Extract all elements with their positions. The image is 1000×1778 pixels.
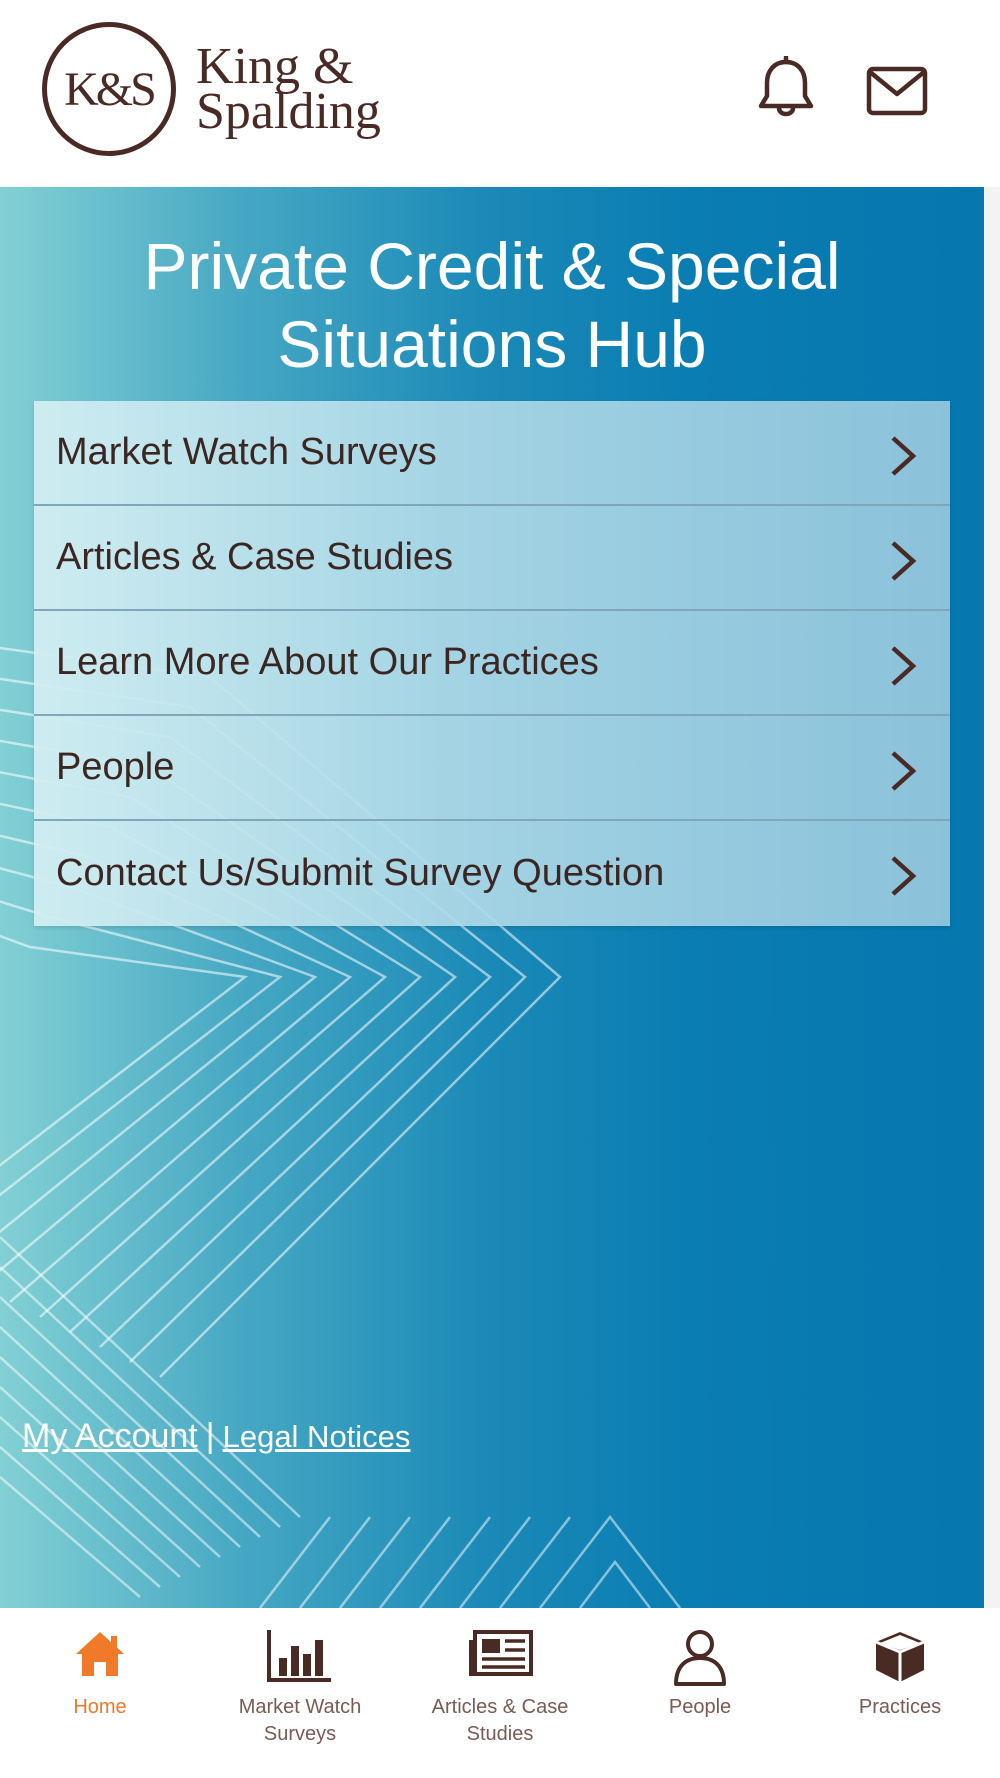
tab-practices[interactable]: Practices xyxy=(800,1608,1000,1778)
newspaper-icon xyxy=(469,1630,533,1676)
menu-item-contact-us[interactable]: Contact Us/Submit Survey Question xyxy=(34,821,950,926)
logo-word-line2: Spalding xyxy=(196,83,381,140)
logo-wordmark: King & Spalding xyxy=(196,41,436,140)
menu-item-label: Learn More About Our Practices xyxy=(56,641,599,683)
chevron-right-icon xyxy=(891,751,917,791)
mail-icon[interactable] xyxy=(866,66,928,116)
page-title: Private Credit & Special Situations Hub xyxy=(0,227,984,383)
cube-icon xyxy=(875,1632,925,1682)
logo-mark: K&S xyxy=(42,22,176,156)
page-title-line2: Situations Hub xyxy=(277,307,707,381)
chevron-right-icon xyxy=(891,856,917,896)
chevron-right-icon xyxy=(891,646,917,686)
app-header: K&S King & Spalding xyxy=(0,0,1000,187)
footer-links: My Account | Legal Notices xyxy=(22,1417,410,1456)
hub-menu: Market Watch Surveys Articles & Case Stu… xyxy=(34,401,950,926)
menu-item-label: Articles & Case Studies xyxy=(56,536,454,578)
tab-label: Market Watch Surveys xyxy=(238,1696,362,1745)
tab-home[interactable]: Home xyxy=(0,1608,200,1778)
person-icon xyxy=(674,1630,726,1686)
tab-label: Home xyxy=(73,1696,127,1718)
tab-people[interactable]: People xyxy=(600,1608,800,1778)
link-separator: | xyxy=(205,1417,215,1455)
menu-item-label: People xyxy=(56,746,175,788)
tab-articles-case-studies[interactable]: Articles & Case Studies xyxy=(400,1608,600,1778)
tab-label: People xyxy=(668,1696,732,1718)
scrollbar-track xyxy=(984,187,1000,1608)
menu-item-people[interactable]: People xyxy=(34,716,950,821)
logo-monogram: K&S xyxy=(64,62,157,116)
legal-notices-link[interactable]: Legal Notices xyxy=(223,1419,411,1454)
page-title-line1: Private Credit & Special xyxy=(143,229,841,303)
menu-item-market-watch-surveys[interactable]: Market Watch Surveys xyxy=(34,401,950,506)
bell-icon[interactable] xyxy=(756,56,816,122)
tab-label: Articles & Case Studies xyxy=(431,1696,569,1745)
chevron-right-icon xyxy=(891,436,917,476)
home-icon xyxy=(76,1632,124,1676)
bar-chart-icon xyxy=(267,1630,331,1682)
menu-item-label: Contact Us/Submit Survey Question xyxy=(56,852,665,894)
tab-market-watch-surveys[interactable]: Market Watch Surveys xyxy=(200,1608,400,1778)
tab-label: Practices xyxy=(858,1696,942,1718)
my-account-link[interactable]: My Account xyxy=(22,1417,198,1455)
hero-panel: Private Credit & Special Situations Hub … xyxy=(0,187,984,1608)
menu-item-label: Market Watch Surveys xyxy=(56,431,437,473)
menu-item-articles-case-studies[interactable]: Articles & Case Studies xyxy=(34,506,950,611)
bottom-tab-bar: Home Market Watch Surveys Articles & Cas… xyxy=(0,1608,1000,1778)
chevron-right-icon xyxy=(891,541,917,581)
menu-item-learn-more-practices[interactable]: Learn More About Our Practices xyxy=(34,611,950,716)
